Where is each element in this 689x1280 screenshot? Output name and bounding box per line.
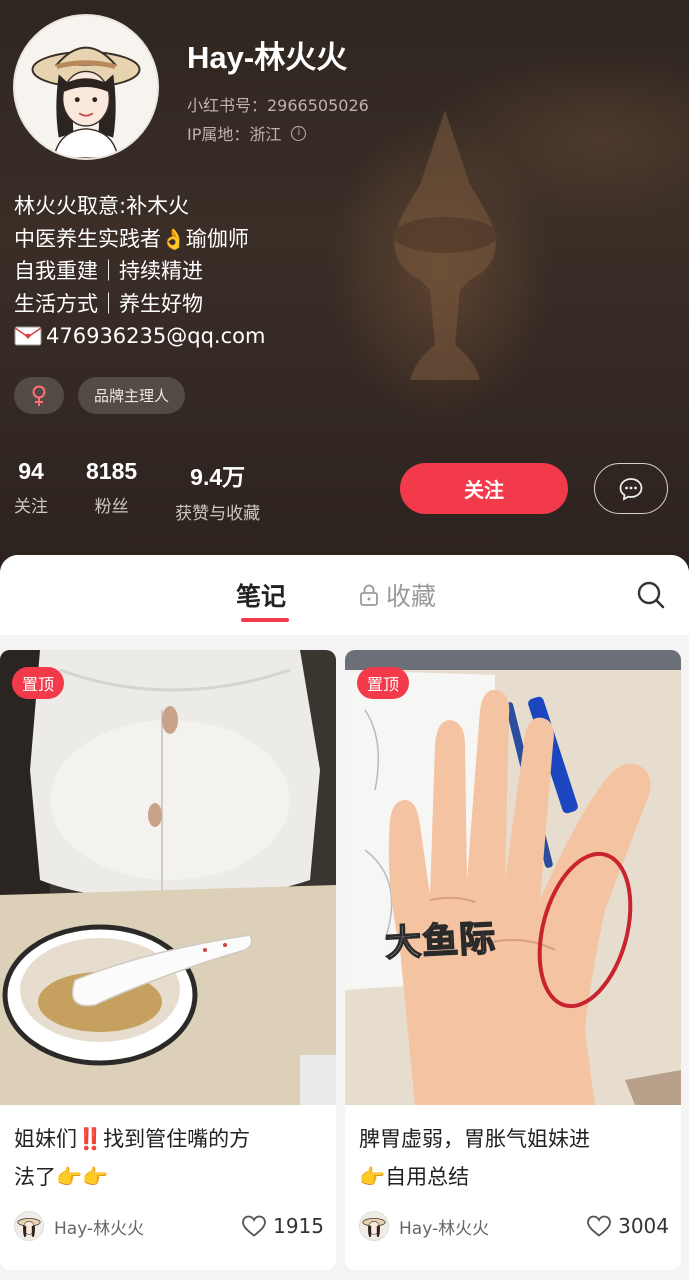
message-button[interactable]: [594, 463, 668, 514]
like-count-value: 1915: [273, 1214, 324, 1238]
gender-tag: [14, 377, 64, 414]
note-card[interactable]: 置顶 姐妹们‼️找到管住嘴的方 法了👉👉 Hay-林火火 1915: [0, 650, 336, 1270]
ok-hand-emoji: 👌: [161, 226, 186, 251]
heart-icon: [242, 1215, 266, 1237]
chat-bubble-icon: [619, 477, 643, 501]
note-card[interactable]: 置顶 大鱼际 脾胃虚弱，胃胀气姐妹进 👉自用总结 Hay-林火火 3004: [345, 650, 681, 1270]
ip-location-text: IP属地：浙江: [187, 125, 282, 144]
search-icon[interactable]: [635, 579, 667, 611]
profile-avatar[interactable]: [13, 14, 159, 160]
note-cover-image[interactable]: 置顶: [0, 650, 336, 1105]
note-title[interactable]: 姐妹们‼️找到管住嘴的方 法了👉👉: [14, 1120, 324, 1196]
stat-value: 8185: [86, 458, 138, 484]
female-icon: [32, 385, 46, 406]
stat-value: 94: [18, 458, 44, 484]
image-overlay-text: 大鱼际: [383, 917, 498, 965]
heart-icon: [587, 1215, 611, 1237]
like-count[interactable]: 1915: [241, 1214, 324, 1238]
like-count-value: 3004: [618, 1214, 669, 1238]
bio-line: 生活方式｜养生好物: [14, 291, 203, 316]
note-title-line: 法了👉👉: [14, 1165, 109, 1189]
profile-username: Hay-林火火: [187, 40, 348, 75]
bio-line-text: 瑜伽师: [185, 226, 249, 251]
profile-bio: 林火火取意:补木火 中医养生实践者👌瑜伽师 自我重建｜持续精进 生活方式｜养生好…: [14, 190, 265, 353]
author-avatar[interactable]: [359, 1211, 389, 1241]
stat-followers[interactable]: 8185 粉丝: [86, 458, 137, 524]
bio-line-text: 中医养生实践者: [14, 226, 161, 251]
profile-stats: 94 关注 8185 粉丝 9.4万 获赞与收藏: [14, 458, 298, 524]
note-title[interactable]: 脾胃虚弱，胃胀气姐妹进 👉自用总结: [359, 1120, 669, 1196]
pinned-badge: 置顶: [357, 667, 410, 699]
profile-ip-location: IP属地：浙江 i: [187, 121, 307, 145]
stat-label: 粉丝: [94, 497, 129, 517]
active-tab-indicator: [241, 618, 289, 622]
bio-line: 自我重建｜持续精进: [14, 259, 203, 283]
profile-xhs-id: 小红书号：2966505026: [187, 96, 369, 115]
info-icon[interactable]: i: [291, 125, 307, 141]
tab-collections-label: 收藏: [386, 582, 437, 611]
follow-button[interactable]: 关注: [400, 463, 568, 514]
author-avatar[interactable]: [14, 1211, 44, 1241]
bio-line: 林火火取意:补木火: [14, 194, 190, 218]
content-panel: 笔记 收藏 置顶 姐妹们‼️找到管住嘴的方 法了👉👉 Hay-林火火 1915 …: [0, 555, 689, 1280]
stat-value: 9.4万: [190, 464, 246, 490]
author-name[interactable]: Hay-林火火: [54, 1214, 144, 1239]
author-name[interactable]: Hay-林火火: [399, 1214, 489, 1239]
bio-email[interactable]: 476936235@qq.com: [46, 320, 265, 353]
tab-bar: 笔记 收藏: [0, 555, 689, 635]
tab-collections[interactable]: 收藏: [358, 577, 436, 613]
stat-likes-collects[interactable]: 9.4万 获赞与收藏: [175, 458, 260, 524]
note-cover-image[interactable]: 置顶 大鱼际: [345, 650, 681, 1105]
stat-label: 获赞与收藏: [175, 504, 261, 524]
note-title-line: 👉自用总结: [359, 1165, 470, 1189]
tab-notes[interactable]: 笔记: [236, 577, 286, 613]
mail-icon: [14, 326, 42, 346]
bio-line: 中医养生实践者👌瑜伽师: [14, 223, 265, 256]
stat-following[interactable]: 94 关注: [14, 458, 48, 524]
background-vase-image: [393, 110, 497, 380]
note-footer: Hay-林火火 3004: [359, 1210, 669, 1242]
stat-label: 关注: [14, 497, 48, 517]
profile-tags: 品牌主理人: [14, 377, 186, 414]
lock-icon: [360, 584, 378, 606]
pinned-badge: 置顶: [12, 667, 65, 699]
note-footer: Hay-林火火 1915: [14, 1210, 324, 1242]
role-tag[interactable]: 品牌主理人: [78, 377, 186, 414]
like-count[interactable]: 3004: [586, 1214, 669, 1238]
note-title-line: 脾胃虚弱，胃胀气姐妹进: [359, 1127, 590, 1151]
bio-email-line: 476936235@qq.com: [14, 320, 265, 353]
note-title-line: 姐妹们‼️找到管住嘴的方: [14, 1127, 251, 1151]
profile-header: Hay-林火火 小红书号：2966505026 IP属地：浙江 i 林火火取意:…: [0, 0, 689, 575]
